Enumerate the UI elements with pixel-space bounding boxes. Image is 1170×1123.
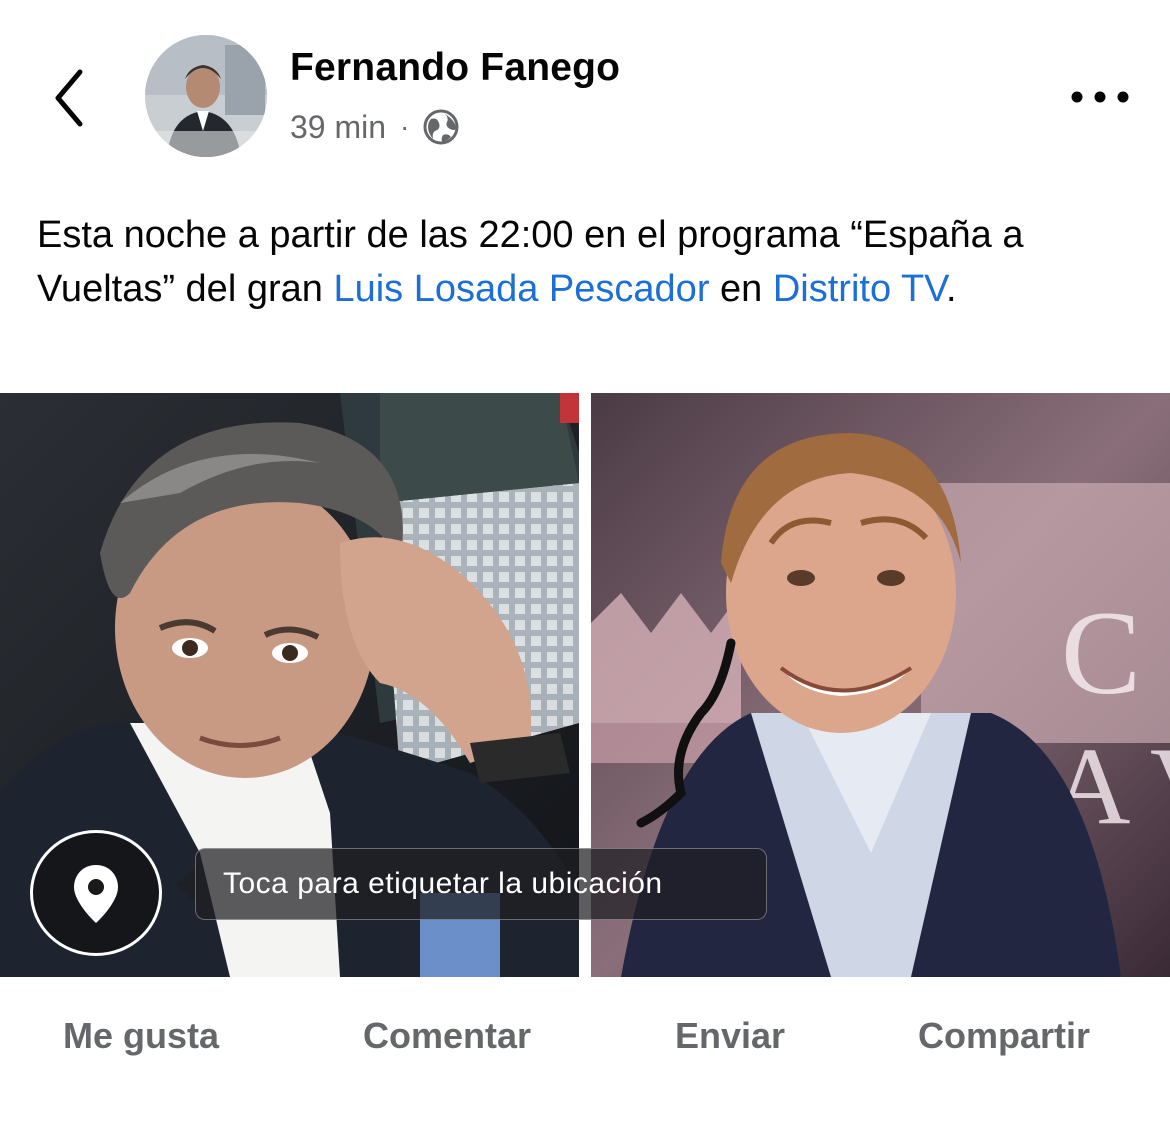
location-tag-button[interactable]: [30, 830, 162, 956]
location-pin-icon: [74, 865, 118, 923]
tooltip-arrow: [176, 868, 195, 902]
mention-distrito-tv[interactable]: Distrito TV: [773, 268, 946, 310]
location-tooltip[interactable]: Toca para etiquetar la ubicación: [195, 848, 767, 920]
back-button[interactable]: [40, 58, 110, 138]
post-text: Esta noche a partir de las 22:00 en el p…: [37, 208, 1147, 316]
meta-separator: ·: [400, 111, 410, 142]
post-timestamp[interactable]: 39 min: [290, 109, 386, 146]
like-button[interactable]: Me gusta: [63, 1015, 219, 1065]
post-text-part3: .: [946, 268, 957, 310]
post-meta: 39 min ·: [290, 105, 459, 149]
chevron-left-icon: [55, 69, 83, 127]
author-name[interactable]: Fernando Fanego: [290, 46, 620, 90]
send-button[interactable]: Enviar: [675, 1015, 785, 1065]
post-text-part2: en: [709, 268, 773, 310]
location-tooltip-text: Toca para etiquetar la ubicación: [223, 867, 663, 900]
mention-luis-losada[interactable]: Luis Losada Pescador: [333, 268, 709, 310]
more-horizontal-icon: [1071, 91, 1129, 103]
comment-button[interactable]: Comentar: [363, 1015, 531, 1065]
author-avatar[interactable]: [145, 35, 267, 157]
share-button[interactable]: Compartir: [918, 1015, 1090, 1065]
svg-text:C: C: [1061, 586, 1141, 719]
globe-icon: [423, 109, 459, 145]
more-options-button[interactable]: [1060, 75, 1140, 119]
